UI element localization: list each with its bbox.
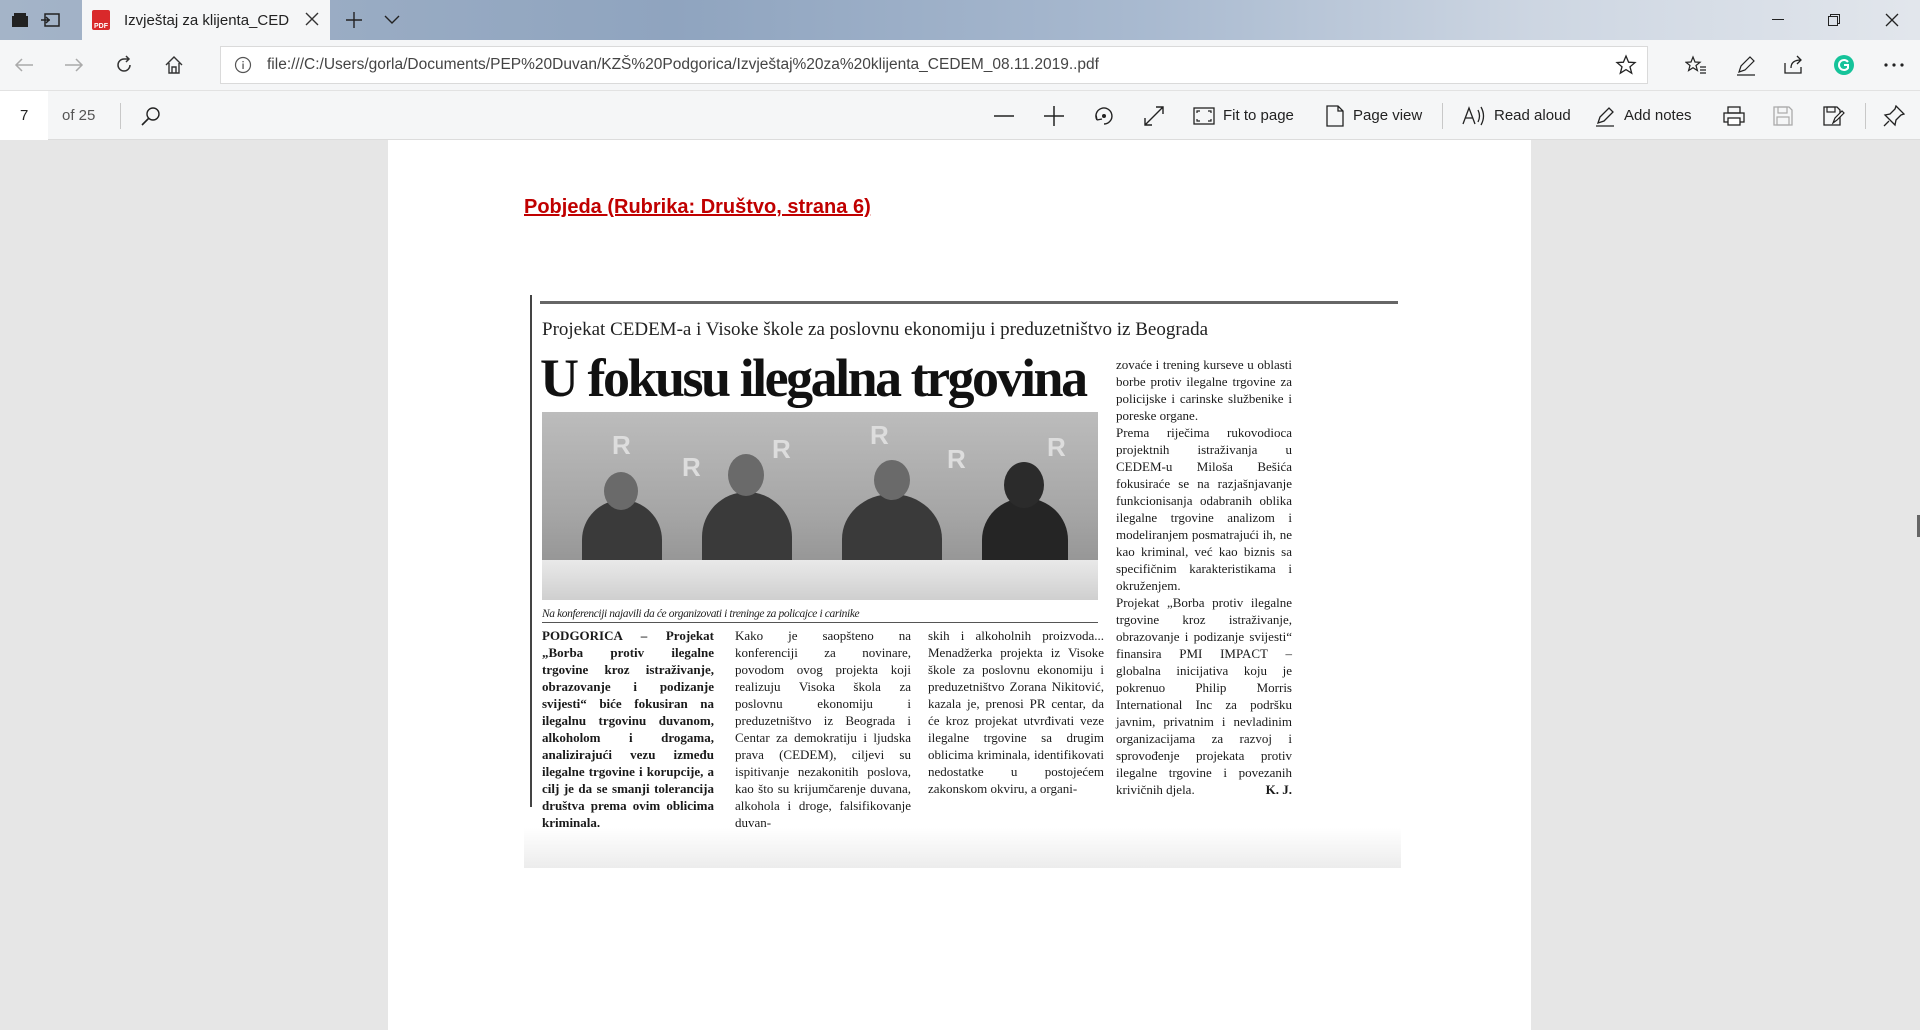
article-photo: R R R R R R [542,412,1098,600]
address-field[interactable]: file:///C:/Users/gorla/Documents/PEP%20D… [220,46,1648,84]
author-signature: K. J. [1265,782,1292,797]
pin-toolbar-icon[interactable] [1883,91,1905,140]
total-pages-label: of 25 [62,107,96,124]
source-link[interactable]: Pobjeda (Rubrika: Društvo, strana 6) [524,196,871,219]
pen-notes-icon[interactable] [1732,51,1760,79]
toolbar-divider [120,103,121,129]
set-tabs-aside-icon[interactable] [38,8,62,32]
pdf-toolbar: 7 of 25 Fit to page Page view Read aloud… [0,90,1920,140]
page-view-icon [1326,104,1344,127]
tab-preview-chevron-icon[interactable] [380,8,404,32]
favorites-icon[interactable] [1682,51,1710,79]
zoom-in-icon[interactable] [1043,91,1065,140]
title-bar: PDF Izvještaj za klijenta_CED [0,0,1920,40]
save-as-icon[interactable] [1823,91,1845,140]
fit-to-page-icon [1193,106,1215,125]
article-kicker: Projekat CEDEM-a i Visoke škole za poslo… [542,319,1209,340]
address-bar-row: file:///C:/Users/gorla/Documents/PEP%20D… [0,40,1920,90]
add-notes-label: Add notes [1624,107,1692,124]
pdf-icon: PDF [92,10,110,30]
fit-to-page-label: Fit to page [1223,107,1294,124]
page-view-label: Page view [1353,107,1423,124]
tab-title: Izvještaj za klijenta_CED [124,11,290,29]
read-aloud-icon [1462,105,1485,125]
fit-to-page-button[interactable]: Fit to page [1193,91,1294,140]
page-view-button[interactable]: Page view [1325,91,1422,140]
active-tab[interactable]: PDF Izvještaj za klijenta_CED [82,0,330,40]
save-icon[interactable] [1773,91,1793,140]
back-button[interactable] [10,51,38,79]
read-aloud-button[interactable]: Read aloud [1462,91,1571,140]
close-tab-icon[interactable] [302,10,322,30]
article-column-3: skih i alkoholnih proizvoda... Menadžerk… [928,628,1104,796]
pdf-page: Pobjeda (Rubrika: Društvo, strana 6) Pro… [388,140,1531,1030]
toolbar-divider [1442,103,1443,129]
print-icon[interactable] [1723,91,1745,140]
refresh-icon[interactable] [110,51,138,79]
toolbar-divider [1865,103,1866,129]
more-options-icon[interactable] [1880,51,1908,79]
zoom-out-icon[interactable] [993,91,1015,140]
restore-button[interactable] [1806,0,1862,40]
full-screen-icon[interactable] [1143,91,1165,140]
read-aloud-label: Read aloud [1494,107,1571,124]
home-icon[interactable] [160,51,188,79]
share-icon[interactable] [1780,51,1808,79]
add-notes-icon [1596,106,1614,127]
close-window-button[interactable] [1864,0,1920,40]
article-column-2: Kako je saopšteno na konferenciji za nov… [735,628,911,830]
add-notes-button[interactable]: Add notes [1594,91,1692,140]
article-headline: U fokusu ilegalna trgovina [540,348,1088,408]
favorite-star-icon[interactable] [1615,54,1637,76]
new-tab-icon[interactable] [342,8,366,32]
document-viewport[interactable]: Pobjeda (Rubrika: Društvo, strana 6) Pro… [0,140,1920,1030]
dateline: PODGORICA [542,628,623,643]
rotate-icon[interactable] [1093,91,1115,140]
article-column-4: zovaće i trening kurseve u oblasti borbe… [1116,357,1292,797]
search-icon[interactable] [140,91,162,140]
tab-actions-icon[interactable] [8,8,32,32]
forward-button[interactable] [60,51,88,79]
article-column-1: PODGORICA – Projekat „Borba protiv ilega… [542,628,714,830]
url-text[interactable]: file:///C:/Users/gorla/Documents/PEP%20D… [267,47,1099,83]
page-number-input[interactable]: 7 [0,91,48,140]
newspaper-clipping: Projekat CEDEM-a i Visoke škole za poslo… [530,295,1407,830]
minimize-button[interactable] [1750,0,1806,40]
site-info-icon[interactable] [233,55,253,75]
grammarly-extension-icon[interactable] [1830,51,1858,79]
photo-caption: Na konferenciji najavili da će organizov… [542,608,1098,623]
